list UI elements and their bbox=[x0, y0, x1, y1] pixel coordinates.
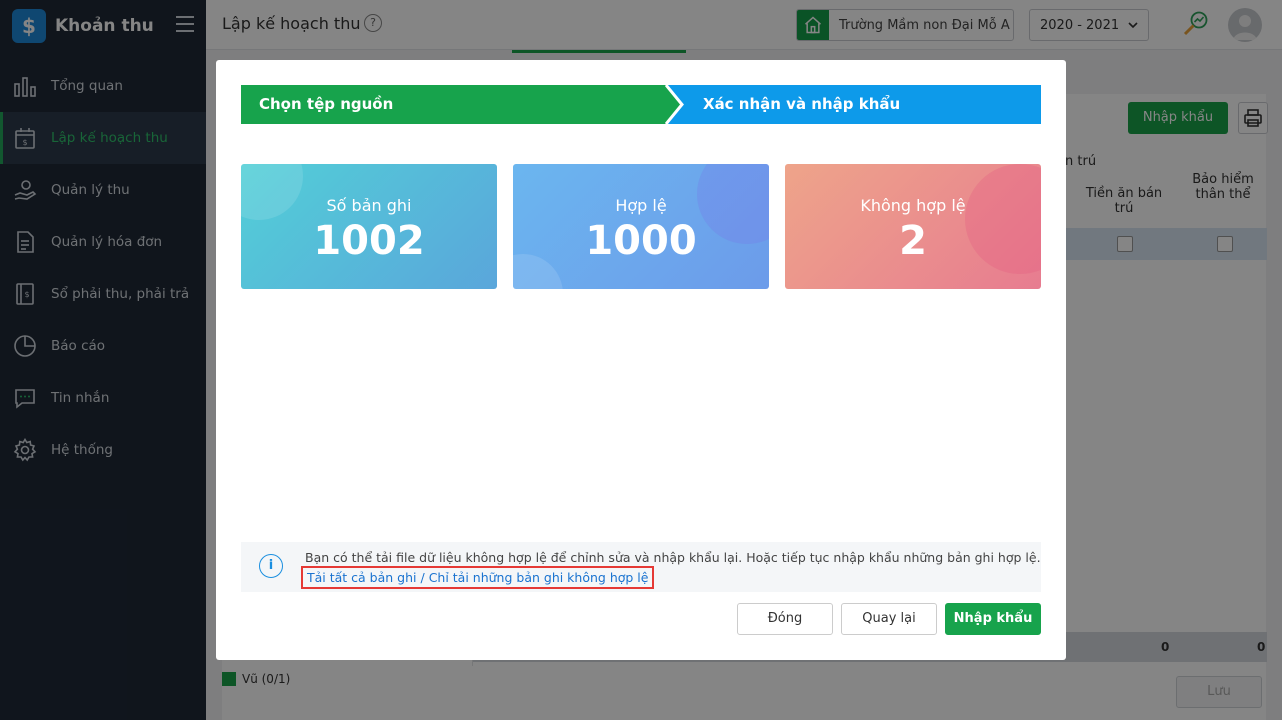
step-choose-source: Chọn tệp nguồn bbox=[241, 85, 681, 124]
card-value: 1000 bbox=[585, 218, 697, 264]
download-links: Tải tất cả bản ghi / Chỉ tải những bản g… bbox=[301, 566, 655, 589]
step-confirm-import: Xác nhận và nhập khẩu bbox=[667, 85, 1041, 124]
import-button[interactable]: Nhập khẩu bbox=[945, 603, 1041, 635]
card-label: Hợp lệ bbox=[615, 196, 667, 215]
info-icon: i bbox=[259, 554, 283, 578]
download-all-link[interactable]: Tải tất cả bản ghi bbox=[307, 570, 417, 585]
card-label: Không hợp lệ bbox=[860, 196, 966, 215]
valid-records-card: Hợp lệ 1000 bbox=[513, 164, 769, 289]
card-value: 2 bbox=[899, 218, 927, 264]
info-text: Bạn có thể tải file dữ liệu không hợp lệ… bbox=[305, 550, 1041, 565]
summary-cards: Số bản ghi 1002 Hợp lệ 1000 Không hợp lệ… bbox=[241, 164, 1041, 289]
card-label: Số bản ghi bbox=[326, 196, 412, 215]
card-value: 1002 bbox=[313, 218, 425, 264]
download-invalid-link[interactable]: Chỉ tải những bản ghi không hợp lệ bbox=[429, 570, 649, 585]
close-button[interactable]: Đóng bbox=[737, 603, 833, 635]
invalid-records-card: Không hợp lệ 2 bbox=[785, 164, 1041, 289]
link-separator: / bbox=[416, 570, 429, 585]
step-separator-icon bbox=[665, 85, 684, 124]
info-message: i Bạn có thể tải file dữ liệu không hợp … bbox=[241, 542, 1041, 592]
import-steps: Xác nhận và nhập khẩu Chọn tệp nguồn bbox=[241, 85, 1041, 124]
total-records-card: Số bản ghi 1002 bbox=[241, 164, 497, 289]
back-button[interactable]: Quay lại bbox=[841, 603, 937, 635]
import-dialog: Xác nhận và nhập khẩu Chọn tệp nguồn Số … bbox=[216, 60, 1066, 660]
